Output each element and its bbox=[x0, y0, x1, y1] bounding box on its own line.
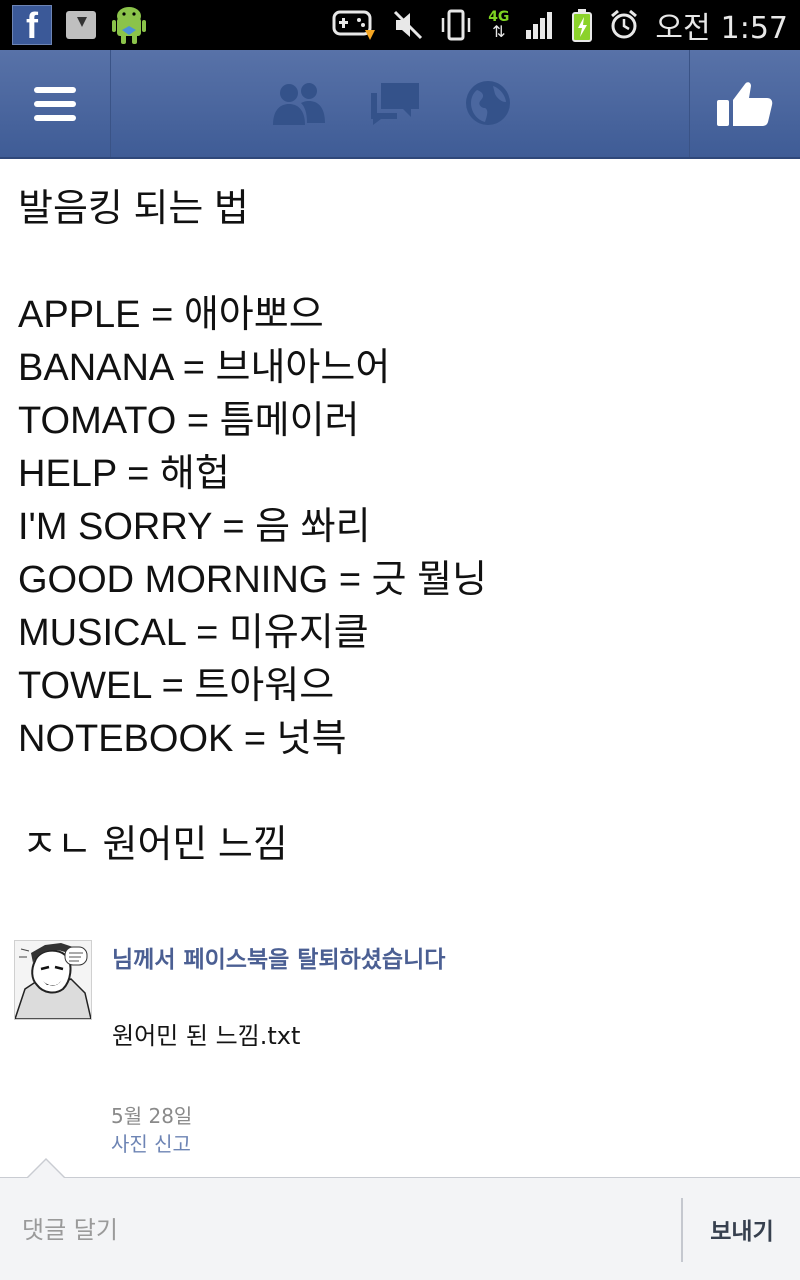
game-controller-icon bbox=[332, 10, 376, 40]
avatar[interactable] bbox=[14, 940, 92, 1020]
alarm-icon bbox=[611, 9, 638, 39]
photo-line: TOWEL = 트아워으 bbox=[18, 665, 335, 707]
menu-button[interactable] bbox=[0, 50, 111, 157]
android-icon bbox=[110, 4, 148, 46]
comic-avatar-image bbox=[15, 941, 91, 1019]
status-clock: 오전 1:57 bbox=[655, 3, 788, 47]
photo-line: TOMATO = 틈메이러 bbox=[18, 400, 360, 442]
report-photo-link[interactable]: 사진 신고 bbox=[111, 1128, 191, 1157]
notification-icons: f bbox=[12, 4, 148, 46]
status-bar: f 4G ⇅ 오전 1:57 bbox=[0, 0, 800, 50]
status-ampm: 오전 bbox=[655, 11, 711, 46]
system-icons: 4G ⇅ 오전 1:57 bbox=[332, 4, 788, 46]
messages-icon[interactable] bbox=[367, 79, 423, 127]
photo-line: BANANA = 브내아느어 bbox=[18, 347, 391, 389]
photo-line: GOOD MORNING = 긋 뭘닝 bbox=[18, 559, 488, 601]
photo[interactable]: 발음킹 되는 법 APPLE = 애아뽀으 BANANA = 브내아느어 TOM… bbox=[0, 159, 800, 919]
photo-line: HELP = 해헙 bbox=[18, 453, 230, 495]
photo-title: 발음킹 되는 법 bbox=[18, 188, 249, 230]
app-bar bbox=[0, 50, 800, 159]
comment-input[interactable] bbox=[20, 1196, 664, 1264]
like-icon bbox=[717, 81, 773, 126]
comment-author-link[interactable]: 님께서 페이스북을 탈퇴하셨습니다 bbox=[112, 940, 445, 974]
mute-icon bbox=[394, 10, 423, 40]
app-bar-tabs bbox=[271, 78, 513, 128]
send-divider bbox=[681, 1198, 683, 1262]
notifications-globe-icon[interactable] bbox=[463, 78, 513, 128]
comment-text: 원어민 된 느낌.txt bbox=[112, 1022, 301, 1050]
status-time: 1:57 bbox=[720, 11, 788, 46]
photo-line: APPLE = 애아뽀으 bbox=[18, 294, 324, 336]
photo-line: MUSICAL = 미유지클 bbox=[18, 612, 369, 654]
battery-charging-icon bbox=[572, 9, 593, 42]
like-button[interactable] bbox=[689, 50, 800, 157]
download-icon bbox=[66, 11, 96, 39]
input-bar-notch-inner bbox=[27, 1160, 65, 1179]
4g-data-icon: 4G ⇅ bbox=[488, 9, 510, 41]
comment-date: 5월 28일 bbox=[111, 1104, 193, 1128]
photo-text-block: 발음킹 되는 법 APPLE = 애아뽀으 BANANA = 브내아느어 TOM… bbox=[18, 183, 487, 872]
comment-input-bar: 보내기 bbox=[0, 1177, 800, 1280]
vibrate-icon bbox=[441, 9, 471, 41]
photo-line: NOTEBOOK = 넛븍 bbox=[18, 718, 347, 760]
photo-footer: ㅈㄴ 원어민 느낌 bbox=[22, 824, 288, 866]
menu-icon bbox=[34, 86, 76, 121]
facebook-icon: f bbox=[12, 5, 52, 45]
photo-line: I'M SORRY = 음 쏴리 bbox=[18, 506, 371, 548]
signal-icon bbox=[526, 12, 553, 39]
friends-icon[interactable] bbox=[271, 79, 327, 127]
send-button[interactable]: 보내기 bbox=[684, 1178, 800, 1280]
